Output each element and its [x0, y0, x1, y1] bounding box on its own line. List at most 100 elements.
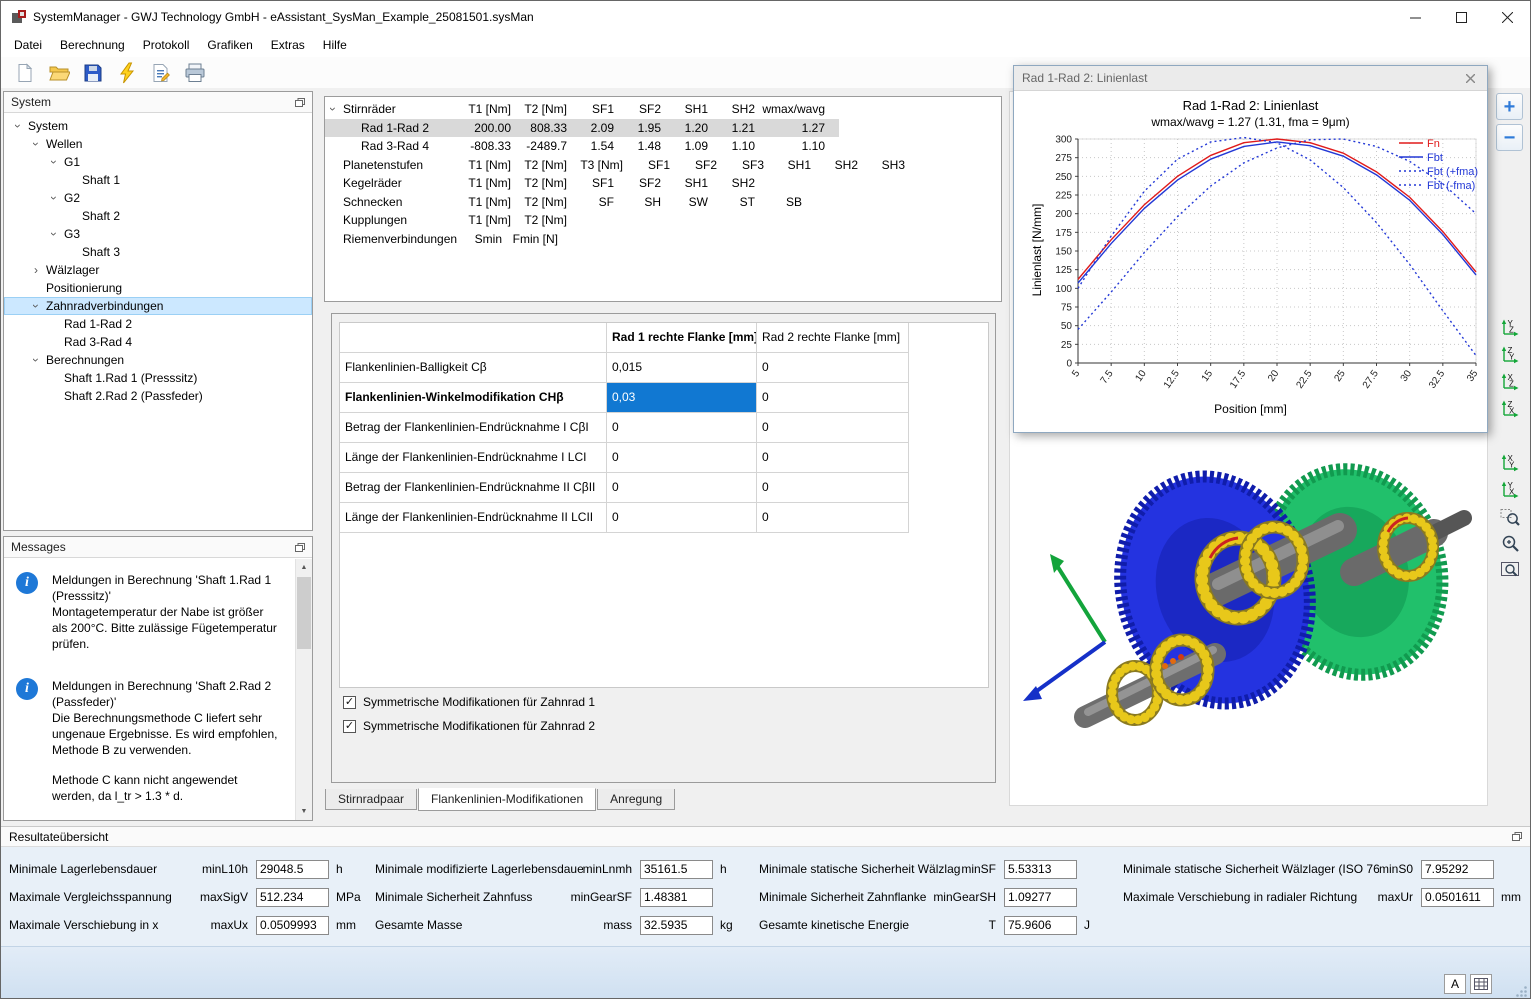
menu-item-berechnung[interactable]: Berechnung [51, 33, 134, 57]
menu-item-protokoll[interactable]: Protokoll [134, 33, 199, 57]
menu-item-extras[interactable]: Extras [262, 33, 314, 57]
chevron-down-icon[interactable]: › [47, 226, 61, 242]
float-panel-icon[interactable] [295, 542, 305, 552]
overview-row-stirnr-der[interactable]: › Stirnräder T1 [Nm] T2 [Nm] SF1 SF2 SH1 SH2 wma… [325, 100, 839, 119]
value-cell[interactable]: 0 [757, 413, 909, 443]
tree-item-shaft-3[interactable]: Shaft 3 [4, 243, 312, 261]
row-label[interactable]: Länge der Flankenlinien-Endrücknahme I L… [340, 443, 607, 473]
tab-flankenlinien-modifikationen[interactable]: Flankenlinien-Modifikationen [418, 788, 597, 811]
new-file-button[interactable] [11, 59, 38, 86]
calculate-button[interactable] [113, 59, 140, 86]
chevron-down-icon[interactable]: › [11, 118, 25, 134]
value-cell[interactable]: 0 [607, 473, 757, 503]
result-value-box[interactable]: 32.5935 [640, 915, 713, 935]
menu-item-datei[interactable]: Datei [5, 33, 51, 57]
result-value-box[interactable]: 512.234 [256, 887, 329, 907]
resize-grip[interactable] [1515, 985, 1528, 998]
overview-row-kegelr-der[interactable]: Kegelräder T1 [Nm] T2 [Nm] SF1 SF2 SH1 SH2 [325, 174, 769, 193]
result-value-box[interactable]: 35161.5 [640, 859, 713, 879]
checkbox-box-icon[interactable]: ✓ [343, 695, 356, 709]
scrollbar-thumb[interactable] [297, 577, 311, 649]
float-panel-icon[interactable] [295, 97, 305, 107]
result-value-box[interactable]: 0.0501611 [1421, 887, 1494, 907]
tab-anregung[interactable]: Anregung [597, 789, 676, 810]
tree-item-shaft-2[interactable]: Shaft 2 [4, 207, 312, 225]
overview-row-rad-3-rad-4[interactable]: Rad 3-Rad 4 -808.33 -2489.7 1.54 1.48 1.09 1.1… [325, 137, 839, 156]
value-cell[interactable]: 0,015 [607, 353, 757, 383]
result-value-box[interactable]: 5.53313 [1004, 859, 1077, 879]
result-value-box[interactable]: 75.9606 [1004, 915, 1077, 935]
value-cell[interactable]: 0 [757, 353, 909, 383]
tree-item-system[interactable]: › System [4, 117, 312, 135]
grid-view-button[interactable] [1470, 974, 1492, 994]
float-panel-icon[interactable] [1512, 832, 1522, 841]
overview-row-riemenverbindungen[interactable]: Riemenverbindungen Smin Fmin [N] [325, 230, 572, 249]
tree-item-wellen[interactable]: › Wellen [4, 135, 312, 153]
scroll-down-icon[interactable]: ▼ [296, 803, 312, 820]
chevron-down-icon[interactable]: › [47, 190, 61, 206]
row-label[interactable]: Betrag der Flankenlinien-Endrücknahme I … [340, 413, 607, 443]
view-yz-button[interactable]: YZ [1496, 314, 1523, 341]
tree-item-shaft-1-rad-1-presssitz[interactable]: Shaft 1.Rad 1 (Presssitz) [4, 369, 312, 387]
menu-item-hilfe[interactable]: Hilfe [314, 33, 356, 57]
tree-item-g3[interactable]: › G3 [4, 225, 312, 243]
row-label[interactable]: Flankenlinien-Balligkeit Cβ [340, 353, 607, 383]
value-cell[interactable]: 0 [757, 443, 909, 473]
row-label[interactable]: Flankenlinien-Winkelmodifikation CHβ [340, 383, 607, 413]
value-cell[interactable]: 0 [757, 503, 909, 533]
row-label[interactable]: Länge der Flankenlinien-Endrücknahme II … [340, 503, 607, 533]
scroll-up-icon[interactable]: ▲ [296, 559, 312, 576]
maximize-button[interactable] [1438, 1, 1484, 33]
overview-row-schnecken[interactable]: Schnecken T1 [Nm] T2 [Nm] SF SH SW ST SB [325, 193, 816, 212]
view-xy-button[interactable]: XY [1496, 449, 1523, 476]
overview-row-planetenstufen[interactable]: Planetenstufen T1 [Nm] T2 [Nm] T3 [Nm] SF1 SF… [325, 156, 919, 175]
view-yx-button[interactable]: YX [1496, 476, 1523, 503]
result-value-box[interactable]: 1.48381 [640, 887, 713, 907]
tree-item-w-lzlager[interactable]: › Wälzlager [4, 261, 312, 279]
value-cell[interactable]: 0 [757, 383, 909, 413]
value-cell[interactable]: 0 [607, 503, 757, 533]
print-button[interactable] [181, 59, 208, 86]
result-value-box[interactable]: 29048.5 [256, 859, 329, 879]
linienlast-window-titlebar[interactable]: Rad 1-Rad 2: Linienlast [1014, 66, 1487, 91]
report-button[interactable] [147, 59, 174, 86]
zoom-out-button[interactable]: − [1496, 124, 1523, 151]
chevron-right-icon[interactable]: › [28, 263, 44, 277]
titlebar[interactable]: SystemManager - GWJ Technology GmbH - eA… [1, 1, 1530, 33]
save-file-button[interactable] [79, 59, 106, 86]
tree-item-g2[interactable]: › G2 [4, 189, 312, 207]
close-icon[interactable] [1462, 70, 1479, 87]
zoom-magnify-button[interactable] [1496, 530, 1523, 557]
value-cell[interactable]: 0 [607, 413, 757, 443]
tree-item-positionierung[interactable]: Positionierung [4, 279, 312, 297]
result-value-box[interactable]: 1.09277 [1004, 887, 1077, 907]
result-value-box[interactable]: 7.95292 [1421, 859, 1494, 879]
overview-row-rad-1-rad-2[interactable]: Rad 1-Rad 2 200.00 808.33 2.09 1.95 1.20 1.21 1… [325, 118, 839, 137]
value-cell[interactable]: 0 [757, 473, 909, 503]
tree-item-berechnungen[interactable]: › Berechnungen [4, 351, 312, 369]
chevron-down-icon[interactable]: › [29, 136, 43, 152]
chevron-down-icon[interactable]: › [326, 101, 340, 117]
tree-item-rad-1-rad-2[interactable]: Rad 1-Rad 2 [4, 315, 312, 333]
checkbox-box-icon[interactable]: ✓ [343, 719, 356, 733]
chevron-down-icon[interactable]: › [47, 154, 61, 170]
zoom-in-button[interactable]: + [1496, 93, 1523, 120]
tree-item-rad-3-rad-4[interactable]: Rad 3-Rad 4 [4, 333, 312, 351]
row-label[interactable]: Betrag der Flankenlinien-Endrücknahme II… [340, 473, 607, 503]
open-file-button[interactable] [45, 59, 72, 86]
tree-item-zahnradverbindungen[interactable]: › Zahnradverbindungen [4, 297, 312, 315]
view-xz-button[interactable]: XZ [1496, 368, 1523, 395]
zoom-fit-button[interactable] [1496, 557, 1523, 584]
menu-item-grafiken[interactable]: Grafiken [198, 33, 261, 57]
tree-item-g1[interactable]: › G1 [4, 153, 312, 171]
result-value-box[interactable]: 0.0509993 [256, 915, 329, 935]
chevron-down-icon[interactable]: › [29, 298, 43, 314]
value-cell[interactable]: 0 [607, 443, 757, 473]
zoom-window-button[interactable] [1496, 503, 1523, 530]
messages-scrollbar[interactable]: ▲ ▼ [295, 559, 312, 820]
minimize-button[interactable] [1392, 1, 1438, 33]
chevron-down-icon[interactable]: › [29, 352, 43, 368]
tree-item-shaft-1[interactable]: Shaft 1 [4, 171, 312, 189]
view-zx-button[interactable]: ZX [1496, 395, 1523, 422]
overview-row-kupplungen[interactable]: Kupplungen T1 [Nm] T2 [Nm] [325, 211, 581, 230]
